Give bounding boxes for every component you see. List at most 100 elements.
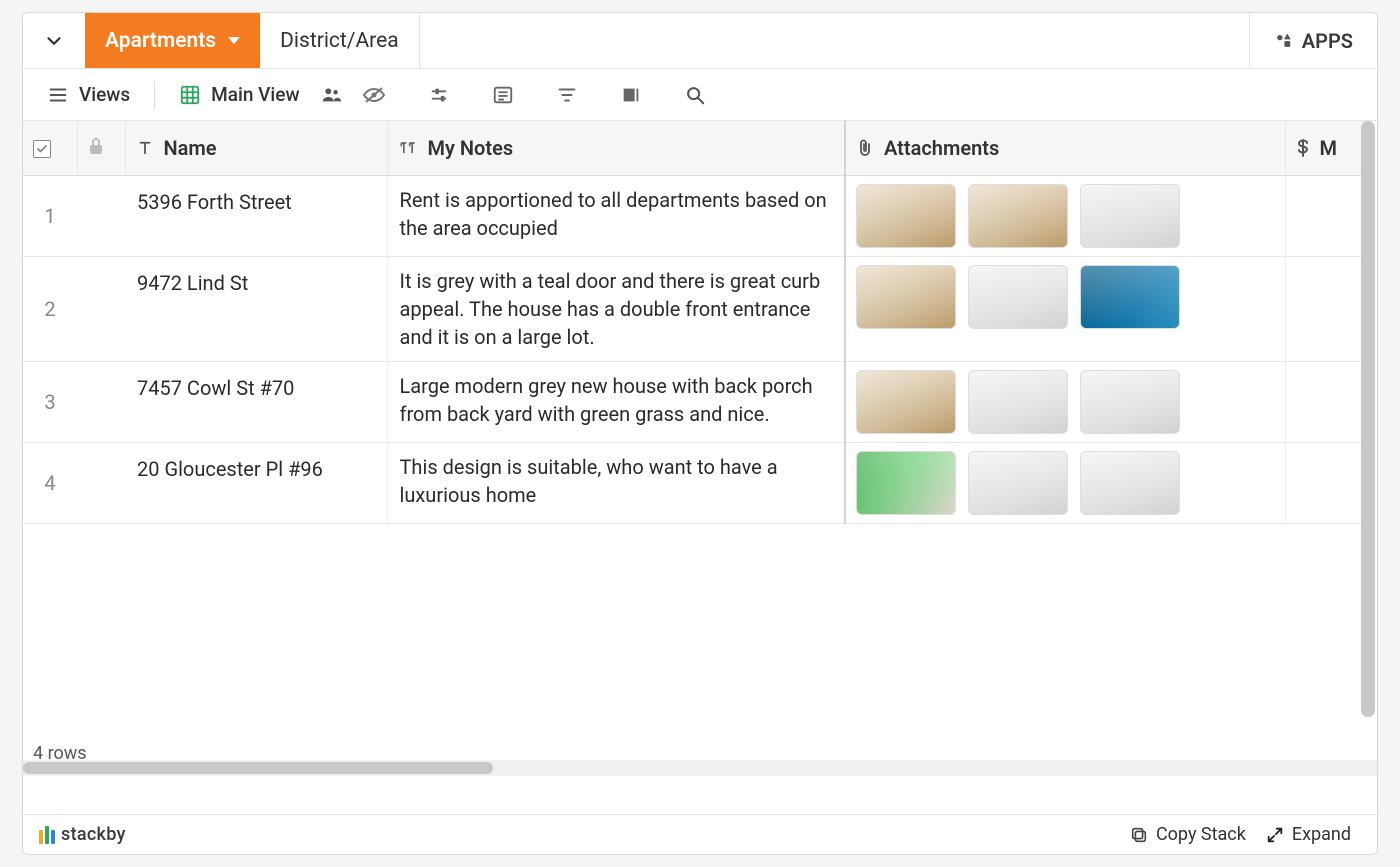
lock-header [77,121,125,175]
horizontal-scrollbar-thumb[interactable] [23,762,493,774]
row-height-icon [620,84,642,106]
cell-money[interactable] [1285,175,1369,256]
expand-label: Expand [1292,824,1351,845]
attachment-thumbnail[interactable] [1080,370,1180,434]
row-number[interactable]: 4 [23,442,77,523]
list-group-icon [492,84,514,106]
lock-cell [77,175,125,256]
column-label: My Notes [428,136,514,160]
table-row[interactable]: 2 9472 Lind StIt is grey with a teal door… [23,256,1369,361]
footer-bar: stackby Copy Stack Expand [23,814,1377,854]
cell-name[interactable]: 7457 Cowl St #70 [125,361,387,442]
tab-label: Apartments [105,29,216,53]
tables-tab-bar: Apartments District/Area APPS [23,13,1377,69]
divider [154,81,155,109]
attachment-thumbnail[interactable] [968,265,1068,329]
cell-notes[interactable]: Large modern grey new house with back po… [387,361,845,442]
attachment-thumbnail[interactable] [968,451,1068,515]
chevron-down-icon [43,30,65,52]
grid-container: Name My Notes [23,121,1377,814]
column-header-name[interactable]: Name [125,121,387,175]
sliders-icon [428,84,450,106]
group-button[interactable] [486,77,520,113]
expand-button[interactable]: Expand [1256,824,1361,845]
view-selector[interactable]: Main View [173,77,305,113]
brand-name: stackby [61,824,126,845]
row-height-button[interactable] [614,77,648,113]
app-window: Apartments District/Area APPS Views [22,12,1378,855]
cell-name[interactable]: 20 Gloucester Pl #96 [125,442,387,523]
column-header-notes[interactable]: My Notes [387,121,845,175]
select-all-header[interactable] [23,121,77,175]
cell-notes[interactable]: It is grey with a teal door and there is… [387,256,845,361]
data-grid: Name My Notes [23,121,1370,524]
attachment-thumbnail[interactable] [1080,451,1180,515]
lock-cell [77,361,125,442]
attachment-thumbnail[interactable] [1080,265,1180,329]
column-header-money[interactable]: M [1285,121,1369,175]
checkbox-icon [33,140,51,158]
tab-apartments[interactable]: Apartments [85,13,260,68]
attachment-thumbnail[interactable] [856,370,956,434]
filter-icon [556,84,578,106]
views-button[interactable]: Views [41,77,136,113]
horizontal-scrollbar-track[interactable] [23,760,1377,776]
copy-icon [1130,826,1148,844]
filter-button[interactable] [550,77,584,113]
cell-notes[interactable]: Rent is apportioned to all departments b… [387,175,845,256]
row-number[interactable]: 2 [23,256,77,361]
collapse-tabs-button[interactable] [23,13,85,68]
cell-notes[interactable]: This design is suitable, who want to hav… [387,442,845,523]
cell-attachments[interactable] [845,442,1285,523]
people-icon [320,85,342,105]
vertical-scrollbar[interactable] [1361,121,1375,717]
cell-money[interactable] [1285,361,1369,442]
attachment-thumbnail[interactable] [968,370,1068,434]
tab-label: District/Area [280,29,399,53]
cell-attachments[interactable] [845,256,1285,361]
grid-view-icon [179,84,201,106]
lock-cell [77,442,125,523]
column-label: Name [164,136,217,160]
cell-attachments[interactable] [845,361,1285,442]
attachment-thumbnail[interactable] [856,184,956,248]
attachment-thumbnail[interactable] [968,184,1068,248]
column-header-attachments[interactable]: Attachments [845,121,1285,175]
view-name: Main View [211,83,299,106]
search-button[interactable] [678,77,712,113]
text-type-icon [136,139,154,157]
brand-logo[interactable]: stackby [39,824,126,845]
tab-menu-caret-icon [228,37,240,44]
share-view-button[interactable] [314,77,348,113]
cell-name[interactable]: 9472 Lind St [125,256,387,361]
column-label: M [1320,136,1338,160]
copy-stack-button[interactable]: Copy Stack [1120,824,1256,845]
attachment-thumbnail[interactable] [1080,184,1180,248]
shapes-icon [1274,31,1294,51]
table-row[interactable]: 1 5396 Forth StreetRent is apportioned to… [23,175,1369,256]
tab-district-area[interactable]: District/Area [260,13,420,68]
hide-columns-button[interactable] [356,77,392,113]
table-row[interactable]: 3 7457 Cowl St #70Large modern grey new h… [23,361,1369,442]
row-number[interactable]: 1 [23,175,77,256]
cell-money[interactable] [1285,256,1369,361]
views-label: Views [79,83,130,106]
apps-label: APPS [1302,29,1353,53]
column-label: Attachments [884,136,999,160]
cell-attachments[interactable] [845,175,1285,256]
copy-stack-label: Copy Stack [1156,824,1246,845]
row-number[interactable]: 3 [23,361,77,442]
cell-money[interactable] [1285,442,1369,523]
view-toolbar: Views Main View [23,69,1377,121]
attachment-thumbnail[interactable] [856,265,956,329]
logo-icon [39,826,55,844]
attachment-thumbnail[interactable] [856,451,956,515]
lock-icon [88,137,104,155]
expand-icon [1266,826,1284,844]
apps-button[interactable]: APPS [1249,13,1377,68]
adjust-button[interactable] [422,77,456,113]
table-row[interactable]: 4 20 Gloucester Pl #96This design is suit… [23,442,1369,523]
cell-name[interactable]: 5396 Forth Street [125,175,387,256]
long-text-icon [398,139,418,157]
eye-off-icon [362,84,386,106]
